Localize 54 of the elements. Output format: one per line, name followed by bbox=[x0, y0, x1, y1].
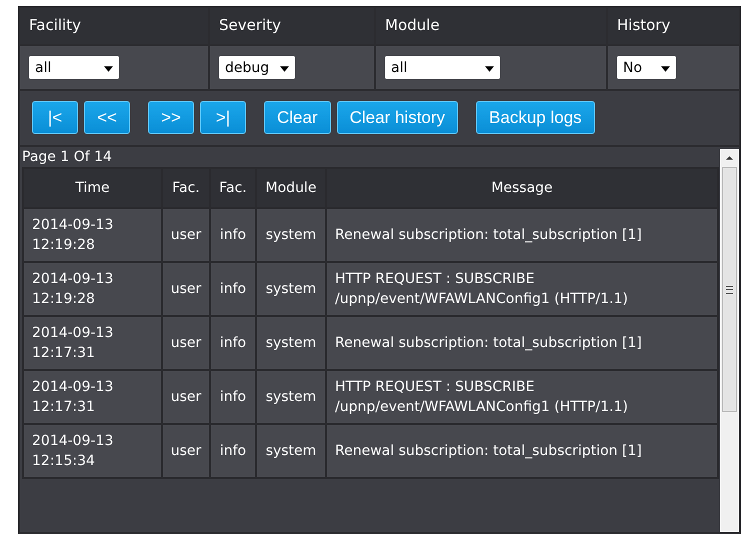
column-header: Fac. bbox=[162, 168, 210, 208]
table-cell: HTTP REQUEST : SUBSCRIBE /upnp/event/WFAWLANConfig1 (HTTP/1.1) bbox=[326, 262, 718, 316]
nav-button[interactable]: |< bbox=[32, 101, 78, 134]
table-cell: system bbox=[256, 208, 326, 262]
table-cell: Renewal subscription: total_subscription [1] bbox=[326, 208, 718, 262]
dropdown[interactable]: debug bbox=[219, 56, 295, 79]
table-cell: 2014-09-13 12:19:28 bbox=[23, 208, 162, 262]
filter-label: Module bbox=[376, 8, 606, 46]
caret-icon bbox=[104, 66, 113, 72]
nav-button[interactable]: >> bbox=[148, 101, 194, 134]
table-cell: system bbox=[256, 370, 326, 424]
column-header: Time bbox=[23, 168, 162, 208]
column-header: Message bbox=[326, 168, 718, 208]
page-indicator: Page 1 Of 14 bbox=[21, 148, 113, 167]
table-cell: system bbox=[256, 262, 326, 316]
table-cell: Renewal subscription: total_subscription [1] bbox=[326, 424, 718, 478]
caret-icon bbox=[485, 66, 494, 72]
filter-label: Facility bbox=[20, 8, 208, 46]
dropdown[interactable]: No bbox=[617, 56, 676, 79]
table-cell: Renewal subscription: total_subscription [1] bbox=[326, 316, 718, 370]
nav-button[interactable]: Clear bbox=[264, 101, 331, 134]
column-header: Fac. bbox=[210, 168, 256, 208]
caret-icon bbox=[661, 66, 670, 72]
table-cell: system bbox=[256, 424, 326, 478]
table-cell: 2014-09-13 12:17:31 bbox=[23, 370, 162, 424]
table-cell: HTTP REQUEST : SUBSCRIBE /upnp/event/WFAWLANConfig1 (HTTP/1.1) bbox=[326, 370, 718, 424]
table-cell: 2014-09-13 12:19:28 bbox=[23, 262, 162, 316]
table-cell: user bbox=[162, 208, 210, 262]
scroll-thumb[interactable] bbox=[722, 167, 737, 412]
table-cell: user bbox=[162, 262, 210, 316]
scroll-up-icon[interactable] bbox=[725, 155, 734, 161]
dropdown[interactable]: all bbox=[29, 56, 119, 79]
table-cell: user bbox=[162, 370, 210, 424]
filter-label: Severity bbox=[210, 8, 374, 46]
filter-label: History bbox=[608, 8, 739, 46]
nav-button[interactable]: Clear history bbox=[336, 101, 458, 134]
table-cell: system bbox=[256, 316, 326, 370]
table-cell: info bbox=[210, 208, 256, 262]
scrollbar[interactable] bbox=[720, 149, 739, 532]
nav-button[interactable]: Backup logs bbox=[476, 101, 595, 134]
nav-button[interactable]: >| bbox=[200, 101, 246, 134]
table-cell: user bbox=[162, 424, 210, 478]
nav-button[interactable]: << bbox=[84, 101, 130, 134]
table-cell: 2014-09-13 12:15:34 bbox=[23, 424, 162, 478]
table-cell: 2014-09-13 12:17:31 bbox=[23, 316, 162, 370]
table-cell: info bbox=[210, 316, 256, 370]
dropdown[interactable]: all bbox=[385, 56, 500, 79]
grip-icon bbox=[726, 286, 733, 294]
column-header: Module bbox=[256, 168, 326, 208]
caret-icon bbox=[280, 66, 289, 72]
table-cell: info bbox=[210, 262, 256, 316]
table-cell: info bbox=[210, 370, 256, 424]
table-cell: info bbox=[210, 424, 256, 478]
table-cell: user bbox=[162, 316, 210, 370]
